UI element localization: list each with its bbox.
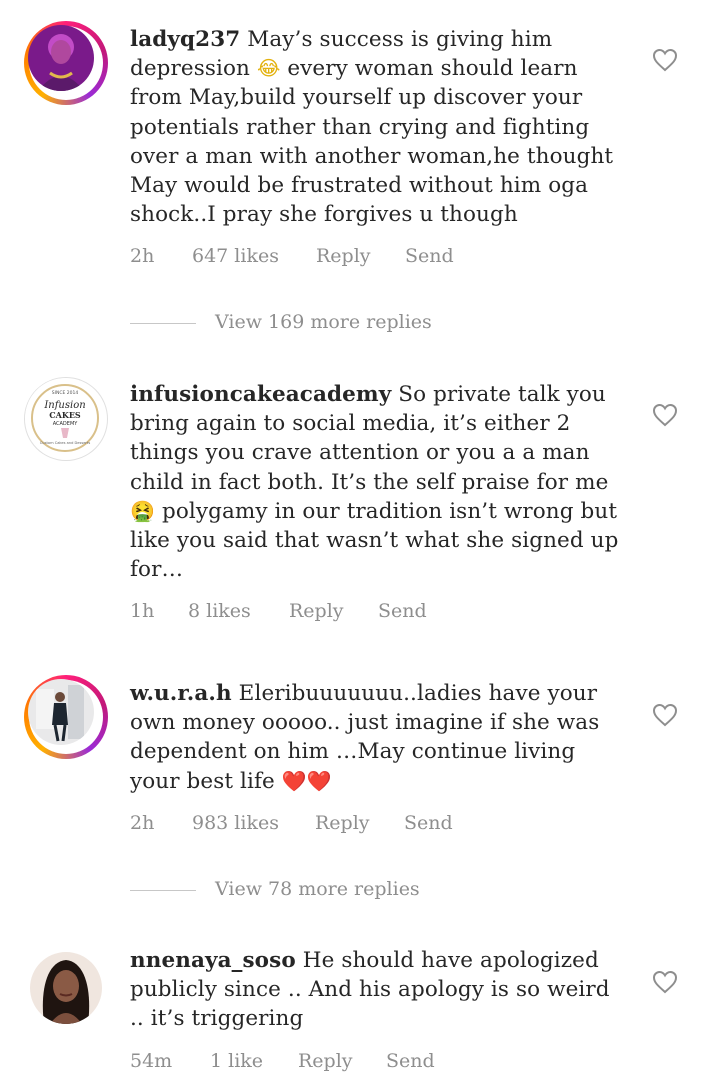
avatar-image: SINCE 2014 Infusion CAKES ACADEMY Custom… bbox=[25, 378, 105, 458]
comment-likes[interactable]: 8 likes bbox=[188, 600, 251, 622]
heart-outline-icon[interactable] bbox=[652, 970, 678, 994]
avatar-image bbox=[30, 952, 102, 1024]
comment-time: 54m bbox=[130, 1050, 173, 1072]
send-button[interactable]: Send bbox=[378, 600, 427, 622]
vomiting-emoji-icon: 🤮 bbox=[130, 498, 156, 523]
view-replies-label[interactable]: View 169 more replies bbox=[215, 311, 432, 333]
send-button[interactable]: Send bbox=[386, 1050, 435, 1072]
avatar[interactable]: SINCE 2014 Infusion CAKES ACADEMY Custom… bbox=[24, 377, 108, 461]
comment-text: nnenaya_soso He should have apologized p… bbox=[130, 948, 610, 1032]
avatar[interactable] bbox=[24, 946, 108, 1030]
comment-time: 2h bbox=[130, 812, 155, 834]
comment-time: 2h bbox=[130, 245, 155, 267]
reply-button[interactable]: Reply bbox=[316, 245, 371, 267]
avatar-logo-text: SINCE 2014 bbox=[52, 390, 79, 396]
comment-username[interactable]: w.u.r.a.h bbox=[130, 681, 232, 706]
comment-likes[interactable]: 983 likes bbox=[192, 812, 279, 834]
comment-username[interactable]: nnenaya_soso bbox=[130, 948, 296, 973]
send-button[interactable]: Send bbox=[405, 245, 454, 267]
heart-outline-icon[interactable] bbox=[652, 48, 678, 72]
reply-button[interactable]: Reply bbox=[315, 812, 370, 834]
comment-username[interactable]: ladyq237 bbox=[130, 27, 240, 52]
heart-outline-icon[interactable] bbox=[652, 403, 678, 427]
red-heart-emoji-icon: ❤️❤️ bbox=[281, 768, 332, 793]
avatar[interactable] bbox=[24, 675, 108, 759]
comment-text: ladyq237 May’s success is giving him dep… bbox=[130, 27, 614, 228]
avatar-logo-text: CAKES bbox=[49, 410, 81, 420]
comment-time: 1h bbox=[130, 600, 155, 622]
send-button[interactable]: Send bbox=[404, 812, 453, 834]
comment-text: infusioncakeacademy So private talk you … bbox=[130, 382, 619, 583]
avatar-logo-text: Custom Cakes and Desserts bbox=[40, 441, 91, 445]
comment-text: w.u.r.a.h Eleribuuuuuuu..ladies have you… bbox=[130, 681, 600, 794]
avatar[interactable] bbox=[24, 21, 108, 105]
view-replies-label[interactable]: View 78 more replies bbox=[215, 878, 420, 900]
avatar-logo-text: ACADEMY bbox=[53, 421, 79, 427]
comment-username[interactable]: infusioncakeacademy bbox=[130, 382, 391, 407]
reply-button[interactable]: Reply bbox=[298, 1050, 353, 1072]
avatar-image bbox=[28, 679, 94, 745]
heart-outline-icon[interactable] bbox=[652, 703, 678, 727]
comment-likes[interactable]: 1 like bbox=[210, 1050, 263, 1072]
divider bbox=[130, 890, 196, 891]
avatar-image bbox=[28, 25, 94, 91]
laughing-emoji-icon: 😂 bbox=[256, 56, 281, 81]
divider bbox=[130, 323, 196, 324]
comment-likes[interactable]: 647 likes bbox=[192, 245, 279, 267]
reply-button[interactable]: Reply bbox=[289, 600, 344, 622]
